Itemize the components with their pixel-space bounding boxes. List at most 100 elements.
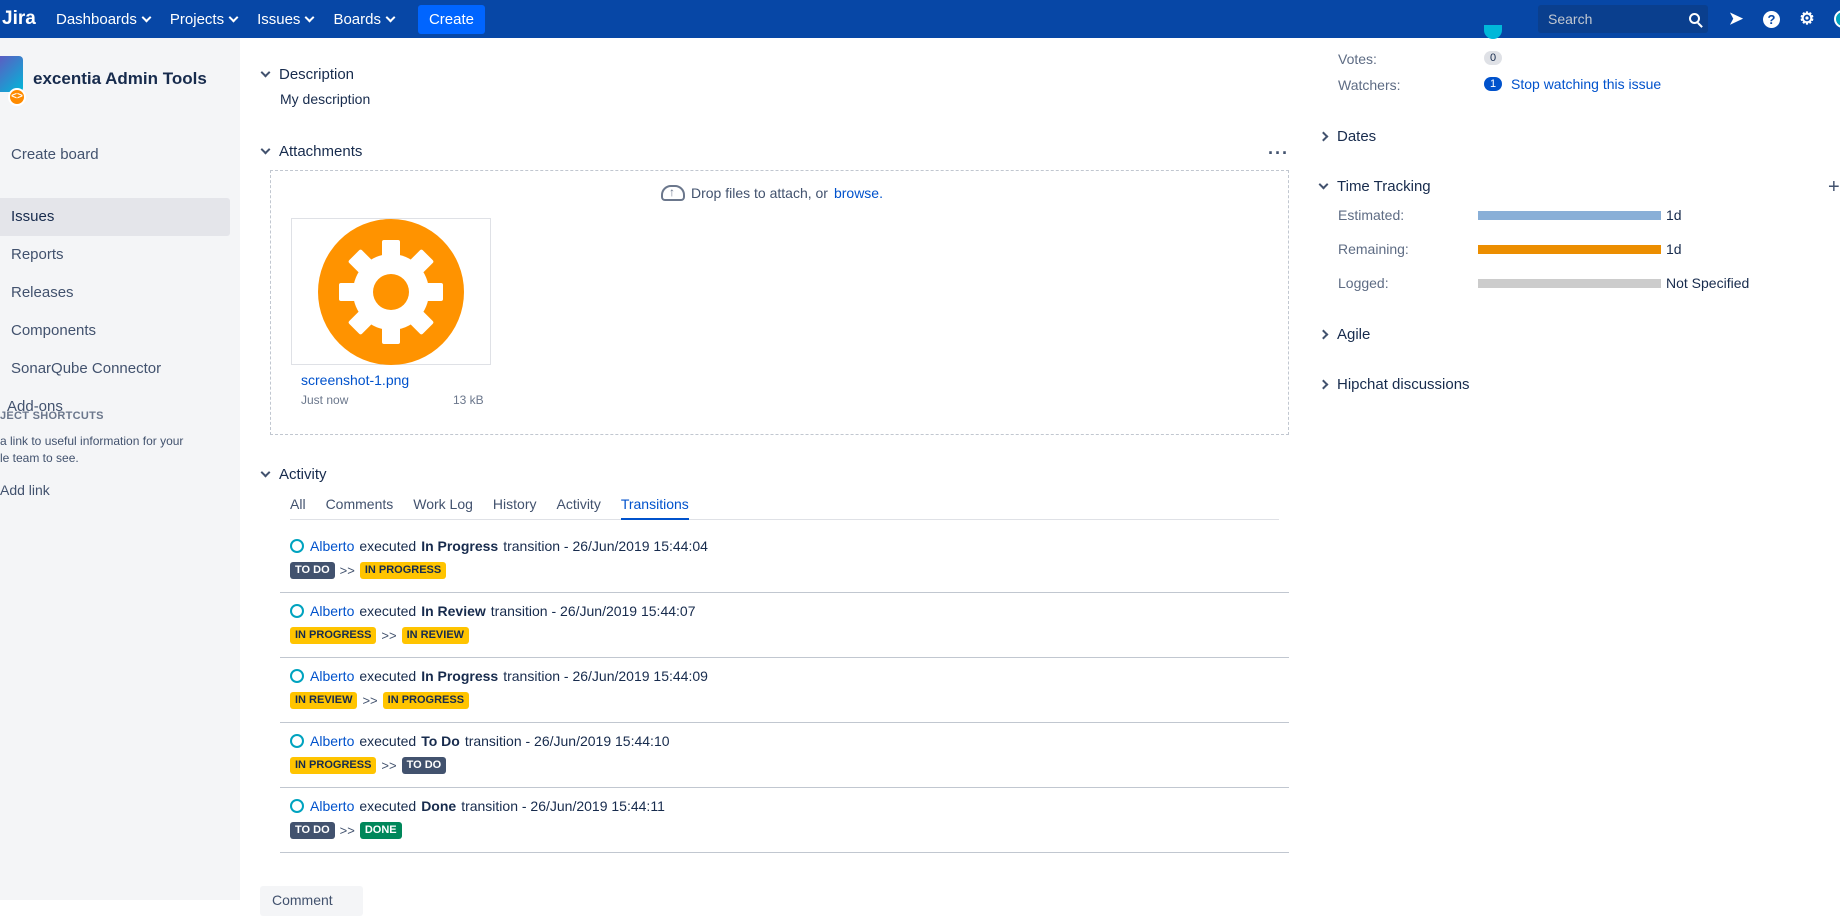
user-icon — [290, 604, 304, 618]
transition-timestamp: transition - 26/Jun/2019 15:44:04 — [503, 538, 708, 554]
add-link-label: Add link — [0, 482, 50, 498]
search-placeholder: Search — [1548, 11, 1593, 27]
browse-link[interactable]: browse. — [834, 185, 883, 201]
nav-projects-label: Projects — [169, 10, 225, 28]
shortcuts-line-2: le team to see. — [0, 451, 79, 465]
jira-logo[interactable]: Jira — [0, 8, 48, 30]
chevron-right-icon — [1318, 329, 1329, 340]
transition-timestamp: transition - 26/Jun/2019 15:44:07 — [490, 603, 696, 619]
hipchat-title: Hipchat discussions — [1337, 376, 1470, 393]
transition-user-link[interactable]: Alberto — [310, 798, 354, 814]
transition-row: Alberto executed Done transition - 26/Jun/2… — [280, 788, 1289, 853]
transition-user-link[interactable]: Alberto — [310, 538, 354, 554]
transition-statuses: IN PROGRESS >> TO DO — [290, 757, 447, 774]
transition-verb: executed — [359, 668, 417, 684]
transition-user-link[interactable]: Alberto — [310, 668, 354, 684]
add-link-button[interactable]: Add link — [0, 482, 50, 498]
activity-header[interactable]: Activity — [260, 466, 327, 483]
remaining-label: Remaining: — [1338, 241, 1409, 257]
nav-issues[interactable]: Issues — [249, 0, 325, 38]
remaining-value: 1d — [1666, 241, 1682, 257]
watchers-count-badge[interactable]: 1 — [1484, 77, 1503, 91]
gear-icon[interactable]: ⚙ — [1797, 9, 1817, 29]
shortcuts-line-1: a link to useful information for your — [0, 434, 184, 448]
user-icon — [290, 539, 304, 553]
transition-timestamp: transition - 26/Jun/2019 15:44:10 — [464, 733, 670, 749]
attachment-thumbnail[interactable] — [291, 218, 491, 365]
nav-issues-label: Issues — [257, 10, 301, 28]
chevron-down-icon — [260, 467, 271, 478]
hipchat-header[interactable]: Hipchat discussions — [1318, 376, 1470, 393]
status-badge-to: IN PROGRESS — [359, 562, 447, 579]
transition-verb: executed — [359, 733, 417, 749]
transition-name: In Review — [421, 603, 486, 619]
add-time-icon[interactable]: + — [1828, 176, 1840, 199]
megaphone-icon[interactable]: ➤ — [1726, 9, 1746, 29]
remaining-bar — [1478, 245, 1661, 254]
status-badge-from: TO DO — [290, 822, 335, 839]
activity-title: Activity — [279, 466, 327, 483]
transition-name: In Progress — [421, 538, 499, 554]
transition-summary: Alberto executed In Progress transition - 2… — [290, 668, 708, 684]
attachment-file-name[interactable]: screenshot-1.png — [301, 372, 409, 388]
nav-boards[interactable]: Boards — [325, 0, 406, 38]
status-badge-from: IN PROGRESS — [290, 757, 377, 774]
dates-header[interactable]: Dates — [1318, 128, 1376, 145]
agile-title: Agile — [1337, 326, 1371, 343]
transition-name: To Do — [421, 733, 460, 749]
attachment-time: Just now — [301, 393, 349, 407]
chevron-down-icon — [228, 12, 239, 22]
project-avatar[interactable] — [0, 56, 23, 92]
project-sidebar: <> excentia Admin Tools Create board Iss… — [0, 38, 240, 900]
search-input[interactable]: Search — [1538, 5, 1708, 33]
transition-user-link[interactable]: Alberto — [310, 733, 354, 749]
sidebar-item-sonarqube[interactable]: SonarQube Connector — [0, 350, 230, 388]
nav-dashboards[interactable]: Dashboards — [48, 0, 162, 38]
transition-summary: Alberto executed To Do transition - 26/Jun/… — [290, 733, 670, 749]
tab-comments[interactable]: Comments — [326, 496, 394, 520]
comment-button[interactable]: Comment — [260, 886, 363, 916]
agile-header[interactable]: Agile — [1318, 326, 1371, 343]
more-options-icon[interactable]: ··· — [1268, 143, 1289, 164]
tab-activity[interactable]: Activity — [556, 496, 600, 520]
description-title: Description — [279, 66, 355, 83]
tab-history[interactable]: History — [493, 496, 537, 520]
tab-transitions[interactable]: Transitions — [620, 496, 689, 520]
attachments-title: Attachments — [279, 143, 363, 160]
time-tracking-header[interactable]: Time Tracking — [1318, 178, 1431, 195]
sidebar-item-issues[interactable]: Issues — [0, 198, 230, 236]
attachments-header[interactable]: Attachments — [260, 143, 363, 160]
transition-arrow: >> — [362, 693, 378, 708]
cloud-upload-icon — [661, 185, 685, 201]
transition-row: Alberto executed In Progress transition - 2… — [280, 528, 1289, 593]
transition-verb: executed — [359, 603, 417, 619]
chevron-down-icon — [260, 144, 271, 155]
transition-arrow: >> — [339, 823, 355, 838]
chevron-down-icon — [260, 67, 271, 78]
tab-work-log[interactable]: Work Log — [413, 496, 473, 520]
create-button[interactable]: Create — [417, 4, 485, 34]
project-name[interactable]: excentia Admin Tools — [33, 69, 207, 89]
sidebar-item-create-board[interactable]: Create board — [0, 136, 230, 174]
estimated-bar — [1478, 211, 1661, 220]
attachment-dropzone[interactable]: Drop files to attach, or browse. screens… — [270, 170, 1289, 435]
sidebar-item-reports[interactable]: Reports — [0, 236, 230, 274]
stop-watching-link[interactable]: Stop watching this issue — [1511, 76, 1661, 92]
sidebar-item-releases[interactable]: Releases — [0, 274, 230, 312]
user-icon — [290, 669, 304, 683]
transition-arrow: >> — [381, 628, 397, 643]
transition-name: In Progress — [421, 668, 499, 684]
nav-boards-label: Boards — [333, 10, 381, 28]
sidebar-item-components[interactable]: Components — [0, 312, 230, 350]
nav-projects[interactable]: Projects — [162, 0, 249, 38]
help-icon[interactable]: ? — [1763, 11, 1780, 28]
attachment-size: 13 kB — [453, 393, 484, 407]
transition-statuses: IN PROGRESS >> IN REVIEW — [290, 627, 470, 644]
description-header[interactable]: Description — [260, 66, 355, 83]
tab-all[interactable]: All — [290, 496, 306, 520]
description-text[interactable]: My description — [280, 91, 370, 107]
transition-user-link[interactable]: Alberto — [310, 603, 354, 619]
nav-dashboards-label: Dashboards — [56, 10, 137, 28]
votes-count-badge[interactable]: 0 — [1484, 51, 1503, 65]
estimated-value: 1d — [1666, 207, 1682, 223]
